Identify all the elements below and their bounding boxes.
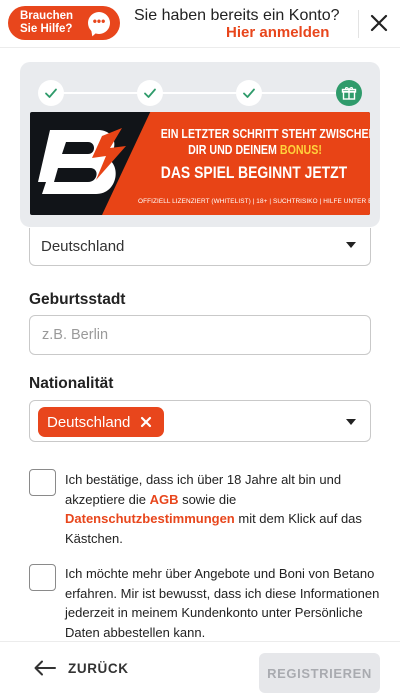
- age-terms-text-2: sowie die: [178, 491, 237, 507]
- country-value: Deutschland: [41, 238, 125, 255]
- register-button[interactable]: REGISTRIEREN: [259, 653, 380, 693]
- birthplace-label: Geburtsstadt: [29, 291, 126, 308]
- check-icon: [45, 88, 57, 98]
- progress-steps: [38, 80, 362, 106]
- remove-chip-icon[interactable]: [140, 416, 152, 428]
- nationality-chip-label: Deutschland: [47, 413, 131, 431]
- divider: [358, 10, 359, 38]
- registration-card: EIN LETZTER SCHRITT STEHT ZWISCHEN DIR U…: [20, 62, 380, 227]
- arrow-left-icon: [34, 660, 56, 676]
- country-select[interactable]: Deutschland: [29, 228, 371, 266]
- caret-down-icon: [346, 419, 356, 425]
- check-icon: [144, 88, 156, 98]
- betano-logo-icon: [38, 128, 126, 194]
- promo-banner: EIN LETZTER SCHRITT STEHT ZWISCHEN DIR U…: [30, 112, 370, 215]
- banner-line-2: DIR UND DEINEM BONUS!: [161, 142, 350, 157]
- footer-bar: ZURÜCK REGISTRIEREN: [0, 641, 400, 700]
- step-4-current: [336, 80, 362, 106]
- nationality-chip: Deutschland: [38, 407, 165, 437]
- banner-bonus-word: BONUS!: [279, 142, 322, 157]
- account-question: Sie haben bereits ein Konto?: [134, 7, 340, 24]
- step-2-done: [137, 80, 163, 106]
- marketing-text: Ich möchte mehr über Angebote und Boni v…: [65, 566, 380, 640]
- check-icon: [243, 88, 255, 98]
- nationality-select[interactable]: Deutschland: [29, 400, 371, 442]
- back-button[interactable]: ZURÜCK: [34, 660, 129, 676]
- top-bar: Brauchen Sie Hilfe? ••• Sie haben bereit…: [0, 0, 400, 48]
- back-button-label: ZURÜCK: [68, 660, 129, 676]
- birthplace-field: [29, 315, 371, 355]
- login-link[interactable]: Hier anmelden: [226, 24, 329, 41]
- close-icon[interactable]: [367, 11, 391, 35]
- age-terms-checkbox[interactable]: [29, 469, 56, 496]
- nationality-label: Nationalität: [29, 375, 114, 392]
- banner-small-print: OFFIZIELL LIZENZIERT (WHITELIST) | 18+ |…: [138, 198, 370, 205]
- help-button[interactable]: Brauchen Sie Hilfe? •••: [8, 6, 120, 40]
- age-terms-text: Ich bestätige, dass ich über 18 Jahre al…: [65, 470, 380, 548]
- marketing-checkbox[interactable]: [29, 564, 56, 591]
- caret-down-icon: [346, 242, 356, 248]
- privacy-link[interactable]: Datenschutzbestimmungen: [65, 511, 235, 526]
- banner-line-1: EIN LETZTER SCHRITT STEHT ZWISCHEN: [160, 126, 370, 141]
- birthplace-input[interactable]: [30, 316, 370, 354]
- step-1-done: [38, 80, 64, 106]
- progress-line: [51, 92, 349, 94]
- banner-line-2-text: DIR UND DEINEM: [188, 142, 280, 157]
- gift-icon: [341, 87, 357, 100]
- step-3-done: [236, 80, 262, 106]
- chat-bubble-icon: •••: [88, 12, 110, 34]
- banner-headline: DAS SPIEL BEGINNT JETZT: [160, 163, 348, 182]
- agb-link[interactable]: AGB: [150, 492, 179, 507]
- help-button-label: Brauchen Sie Hilfe?: [20, 10, 74, 35]
